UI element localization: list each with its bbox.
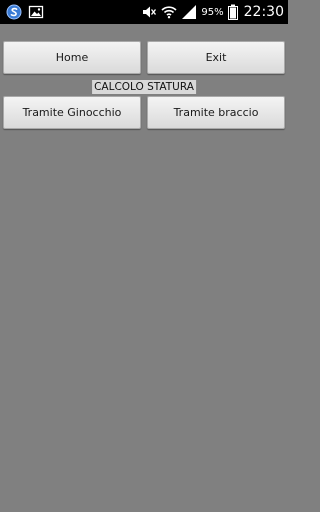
page-title: CALCOLO STATURA [92,80,196,94]
signal-icon [181,4,197,20]
clock: 22:30 [243,4,284,20]
status-bar: 95% 22:30 [0,0,288,24]
mute-icon [141,4,157,20]
wifi-icon [161,4,177,20]
notification-icons [6,3,44,21]
exit-button[interactable]: Exit [147,41,285,74]
home-button[interactable]: Home [3,41,141,74]
arm-method-button[interactable]: Tramite braccio [147,96,285,129]
knee-method-button[interactable]: Tramite Ginocchio [3,96,141,129]
gallery-icon [28,4,44,20]
battery-percent: 95% [201,6,224,18]
battery-icon [227,4,238,20]
s-app-icon [6,4,22,20]
system-icons: 95% 22:30 [141,0,284,24]
